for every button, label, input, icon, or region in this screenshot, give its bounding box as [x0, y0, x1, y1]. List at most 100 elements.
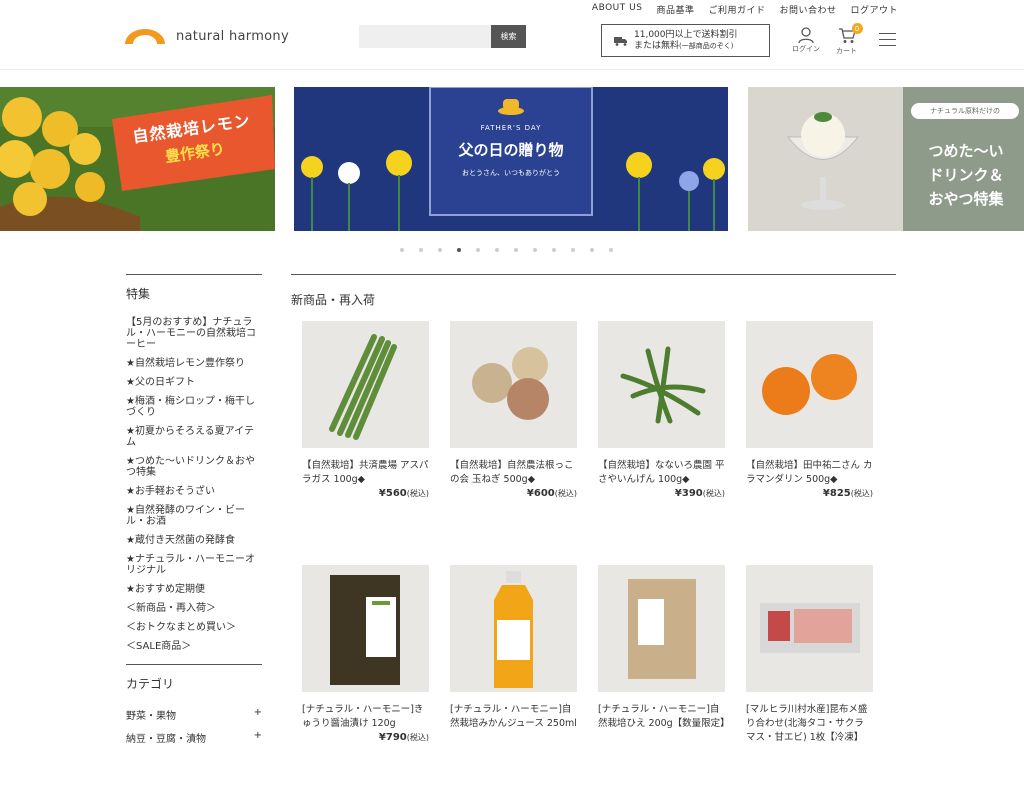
banner-fathers-day[interactable]: FATHER'S DAY 父の日の贈り物 おとうさん、いつもありがとう: [294, 87, 728, 231]
product-card[interactable]: 【自然栽培】自然農法根っこの会 玉ねぎ 500g◆ ¥600(税込): [450, 321, 577, 565]
sidebar-item-feature[interactable]: ★つめた〜いドリンク＆おやつ特集: [126, 456, 262, 478]
carousel-dots: [400, 248, 613, 252]
carousel-dot[interactable]: [514, 248, 518, 252]
product-price: ¥560(税込): [378, 488, 429, 499]
product-name[interactable]: [ナチュラル・ハーモニー]きゅうり醤油漬け 120g: [302, 703, 429, 731]
shipping-line1: 11,000円以上で送料割引: [634, 29, 738, 40]
search-bar: 検索: [359, 25, 526, 48]
carousel-dot[interactable]: [476, 248, 480, 252]
product-card[interactable]: 【自然栽培】なないろ農園 平さやいんげん 100g◆ ¥390(税込): [598, 321, 725, 565]
carousel-dot[interactable]: [438, 248, 442, 252]
drink-line3: おやつ特集: [928, 190, 1004, 208]
search-button[interactable]: 検索: [491, 25, 526, 48]
sidebar-item-feature[interactable]: ＜SALE商品＞: [126, 641, 262, 652]
drink-line2: ドリンク＆: [928, 166, 1004, 184]
drink-line1: つめた〜い: [928, 142, 1004, 160]
banner-lemon[interactable]: 自然栽培レモン 豊作祭り: [0, 87, 275, 231]
sidebar-item-feature[interactable]: ★自然栽培レモン豊作祭り: [126, 358, 262, 369]
product-card[interactable]: [ナチュラル・ハーモニー]きゅうり醤油漬け 120g ¥790(税込): [302, 565, 429, 809]
category-label: 野菜・果物: [126, 711, 176, 722]
juice-bottle-image[interactable]: [450, 565, 577, 692]
pickles-pack-image[interactable]: [302, 565, 429, 692]
sidebar-item-feature[interactable]: ＜おトクなまとめ買い＞: [126, 622, 262, 633]
carousel-dot[interactable]: [609, 248, 613, 252]
nav-logout[interactable]: ログアウト: [850, 3, 898, 16]
sidebar-category[interactable]: 野菜・果物 +: [126, 707, 262, 722]
drink-tag: ナチュラル原料だけの: [930, 107, 1000, 115]
hamburger-menu-icon[interactable]: [879, 33, 896, 51]
product-name[interactable]: [ナチュラル・ハーモニー]自然栽培ひえ 200g【数量限定】: [598, 703, 730, 731]
top-nav: ABOUT US 商品基準 ご利用ガイド お問い合わせ ログアウト: [592, 3, 898, 16]
sidebar-category[interactable]: 納豆・豆腐・漬物 +: [126, 730, 262, 745]
logo-arc-icon: [125, 29, 165, 44]
nav-standards[interactable]: 商品基準: [656, 3, 694, 16]
section-heading: 新商品・再入荷: [291, 293, 376, 307]
product-name[interactable]: [ナチュラル・ハーモニー]自然栽培みかんジュース 250ml: [450, 703, 577, 731]
sidebar-item-feature[interactable]: ★ナチュラル・ハーモニーオリジナル: [126, 554, 262, 576]
product-card[interactable]: 【自然栽培】共済農場 アスパラガス 100g◆ ¥560(税込): [302, 321, 429, 565]
product-card[interactable]: [ナチュラル・ハーモニー]自然栽培みかんジュース 250ml: [450, 565, 577, 809]
product-price: ¥600(税込): [526, 488, 577, 499]
plus-icon[interactable]: +: [254, 730, 262, 745]
carousel-dot[interactable]: [590, 248, 594, 252]
sidebar-item-feature[interactable]: ★父の日ギフト: [126, 377, 262, 388]
login-button[interactable]: ログイン: [792, 27, 820, 54]
product-price: ¥825(税込): [822, 488, 873, 499]
sidebar: 特集 【5月のおすすめ】ナチュラル・ハーモニーの自然栽培コーヒー ★自然栽培レモ…: [126, 274, 262, 753]
product-name[interactable]: [マルヒラ川村水産]昆布メ盛り合わせ(北海タコ・サクラマス・甘エビ) 1枚【冷凍…: [746, 703, 873, 745]
carousel-dot[interactable]: [571, 248, 575, 252]
category-label: 納豆・豆腐・漬物: [126, 734, 206, 745]
nav-about[interactable]: ABOUT US: [592, 3, 643, 16]
seafood-pack-image[interactable]: [746, 565, 873, 692]
product-card[interactable]: 【自然栽培】田中祐二さん カラマンダリン 500g◆ ¥825(税込): [746, 321, 873, 565]
fathers-day-sub: おとうさん、いつもありがとう: [462, 169, 560, 177]
cart-count-badge: 0: [851, 23, 863, 34]
banner-cold-drinks[interactable]: ナチュラル原料だけの つめた〜い ドリンク＆ おやつ特集: [748, 87, 1024, 231]
product-name[interactable]: 【自然栽培】自然農法根っこの会 玉ねぎ 500g◆: [450, 459, 577, 487]
search-input[interactable]: [359, 25, 491, 48]
sidebar-item-feature[interactable]: ＜新商品・再入荷＞: [126, 603, 262, 614]
feature-heading: 特集: [126, 287, 151, 301]
shipping-note: (一部商品のぞく): [679, 41, 734, 50]
cart-button[interactable]: 0 カート: [836, 23, 863, 56]
truck-icon: [614, 36, 627, 46]
carousel-dot-active[interactable]: [457, 248, 461, 252]
product-grid: 【自然栽培】共済農場 アスパラガス 100g◆ ¥560(税込) 【自然栽培】自…: [302, 321, 896, 809]
carousel-dot[interactable]: [533, 248, 537, 252]
carousel-dot[interactable]: [495, 248, 499, 252]
product-name[interactable]: 【自然栽培】なないろ農園 平さやいんげん 100g◆: [598, 459, 725, 487]
carousel-dot[interactable]: [400, 248, 404, 252]
product-card[interactable]: [マルヒラ川村水産]昆布メ盛り合わせ(北海タコ・サクラマス・甘エビ) 1枚【冷凍…: [746, 565, 873, 809]
nav-guide[interactable]: ご利用ガイド: [708, 3, 765, 16]
product-card[interactable]: [ナチュラル・ハーモニー]自然栽培ひえ 200g【数量限定】: [598, 565, 730, 809]
carousel-dot[interactable]: [552, 248, 556, 252]
sidebar-item-feature[interactable]: ★蔵付き天然菌の発酵食: [126, 535, 262, 546]
onion-image[interactable]: [450, 321, 577, 448]
millet-pack-image[interactable]: [598, 565, 725, 692]
logo[interactable]: natural harmony: [123, 27, 289, 45]
product-name[interactable]: 【自然栽培】共済農場 アスパラガス 100g◆: [302, 459, 429, 487]
logo-text: natural harmony: [176, 28, 289, 44]
product-price: ¥790(税込): [378, 732, 429, 743]
sidebar-item-feature[interactable]: ★梅酒・梅シロップ・梅干しづくり: [126, 396, 262, 418]
sidebar-item-feature[interactable]: 【5月のおすすめ】ナチュラル・ハーモニーの自然栽培コーヒー: [126, 317, 262, 350]
shipping-line2: または無料: [634, 40, 680, 51]
login-label: ログイン: [792, 45, 820, 53]
product-price: ¥390(税込): [674, 488, 725, 499]
nav-contact[interactable]: お問い合わせ: [779, 3, 836, 16]
sidebar-item-feature[interactable]: ★自然発酵のワイン・ビール・お酒: [126, 505, 262, 527]
category-heading: カテゴリ: [126, 677, 175, 691]
carousel-dot[interactable]: [419, 248, 423, 252]
sidebar-item-feature[interactable]: ★初夏からそろえる夏アイテム: [126, 426, 262, 448]
user-icon: [798, 27, 814, 44]
asparagus-image[interactable]: [302, 321, 429, 448]
shipping-info[interactable]: 11,000円以上で送料割引 または無料(一部商品のぞく): [601, 24, 770, 57]
sidebar-item-feature[interactable]: ★お手軽おそうざい: [126, 486, 262, 497]
product-name[interactable]: 【自然栽培】田中祐二さん カラマンダリン 500g◆: [746, 459, 873, 487]
cart-label: カート: [836, 47, 857, 55]
sidebar-item-feature[interactable]: ★おすすめ定期便: [126, 584, 262, 595]
green-beans-image[interactable]: [598, 321, 725, 448]
main-content: 新商品・再入荷 【自然栽培】共済農場 アスパラガス 100g◆ ¥560(税込)…: [291, 274, 896, 743]
mandarin-image[interactable]: [746, 321, 873, 448]
plus-icon[interactable]: +: [254, 707, 262, 722]
